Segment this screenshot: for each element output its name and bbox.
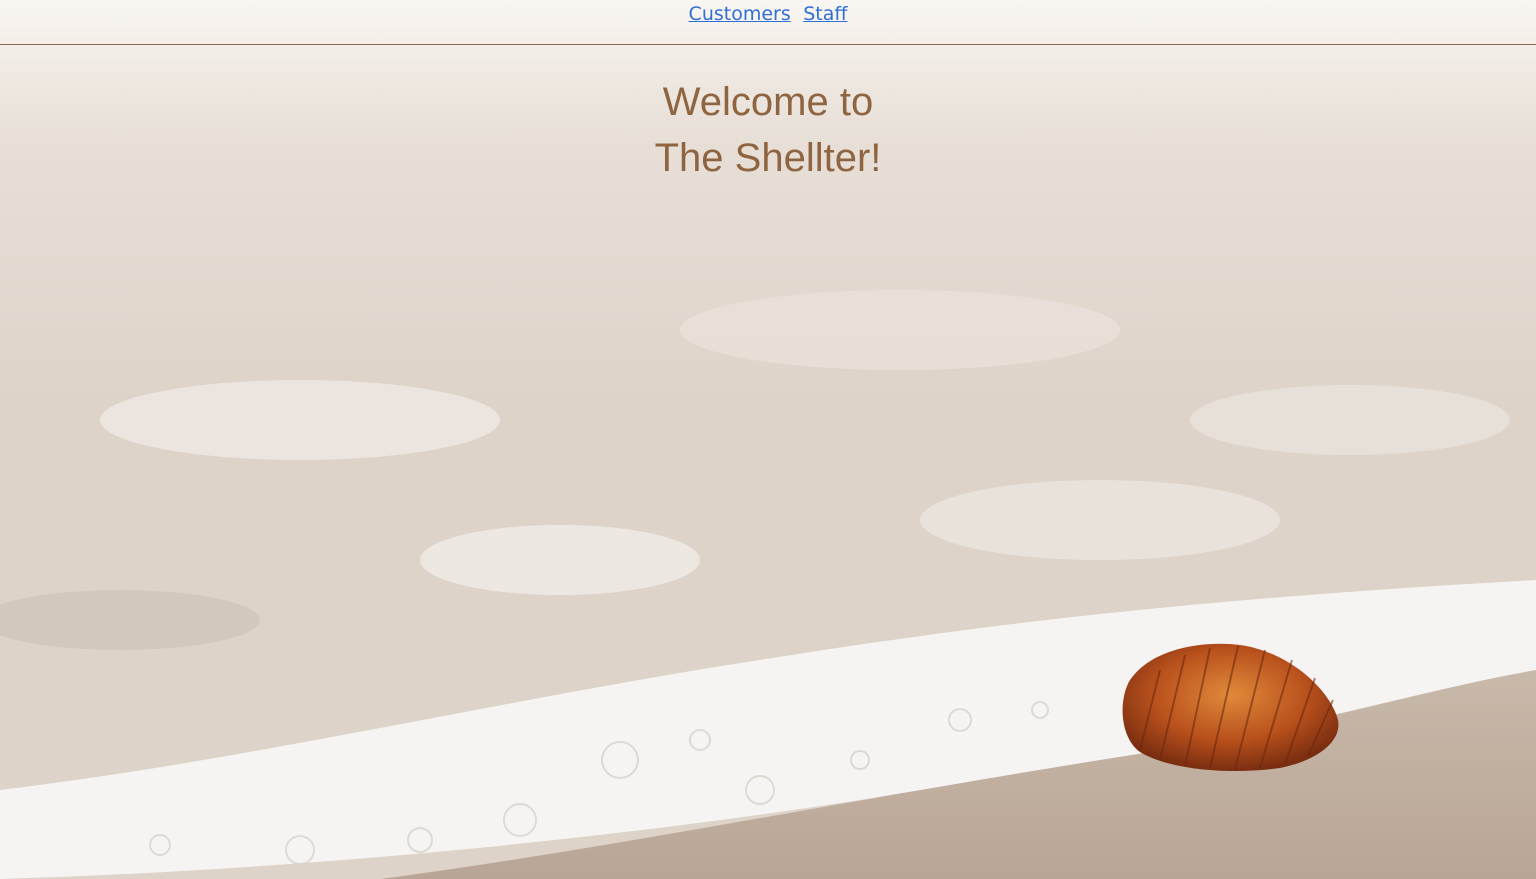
welcome-heading-line2: The Shellter! [654,136,882,180]
welcome-heading-line1: Welcome to [662,80,874,124]
nav-link-customers[interactable]: Customers [685,3,795,25]
welcome-heading: Welcome to The Shellter! [0,74,1536,186]
page: Customers Staff Welcome to The Shellter! [0,0,1536,879]
top-nav: Customers Staff [0,0,1536,45]
nav-link-staff[interactable]: Staff [799,3,851,25]
